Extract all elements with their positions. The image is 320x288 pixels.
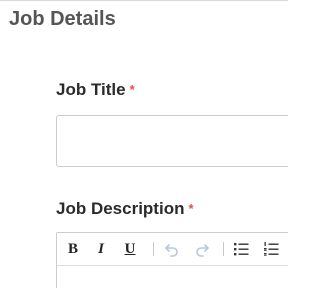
underline-button[interactable]: U bbox=[123, 239, 137, 259]
job-details-form: Job Details Job Title * Job Description * … bbox=[0, 0, 288, 288]
required-marker: * bbox=[129, 82, 135, 97]
job-title-input[interactable] bbox=[56, 115, 288, 167]
bulleted-list-icon[interactable] bbox=[232, 240, 250, 258]
redo-icon[interactable] bbox=[193, 240, 211, 258]
job-description-editor[interactable]: B I U bbox=[56, 232, 288, 288]
undo-icon[interactable] bbox=[163, 240, 181, 258]
job-description-label: Job Description * bbox=[56, 199, 194, 219]
toolbar-separator bbox=[223, 242, 224, 256]
editor-toolbar: B I U bbox=[57, 233, 288, 266]
section-title: Job Details bbox=[9, 8, 116, 30]
job-title-label-text: Job Title bbox=[56, 80, 126, 99]
top-divider bbox=[0, 0, 288, 1]
job-description-label-text: Job Description bbox=[56, 199, 185, 218]
job-title-label: Job Title * bbox=[56, 80, 135, 100]
italic-button[interactable]: I bbox=[94, 239, 108, 259]
required-marker: * bbox=[188, 201, 194, 216]
numbered-list-icon[interactable] bbox=[262, 240, 280, 258]
bold-button[interactable]: B bbox=[66, 239, 80, 259]
toolbar-separator bbox=[153, 242, 154, 256]
